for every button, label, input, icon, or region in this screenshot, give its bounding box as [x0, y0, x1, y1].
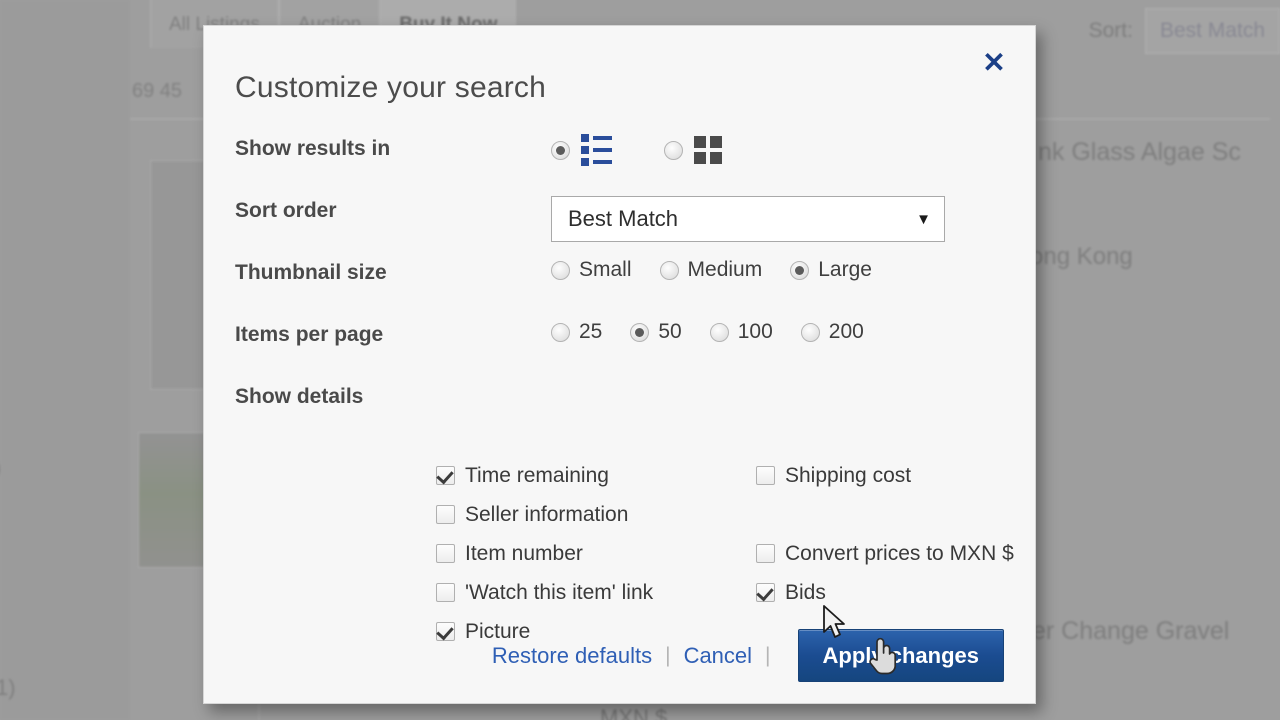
- checkbox-seller-information[interactable]: Seller information: [436, 495, 653, 534]
- view-mode-option-grid[interactable]: [664, 136, 722, 164]
- thumbnail-small-label: Small: [579, 258, 632, 282]
- background-sort-control: Sort: Best Match: [1089, 8, 1280, 54]
- grid-view-icon[interactable]: [694, 136, 722, 164]
- radio-items-25[interactable]: [551, 323, 570, 342]
- label-show-details: Show details: [235, 382, 551, 409]
- checkbox-box[interactable]: [436, 466, 455, 485]
- show-details-right-column: Shipping cost Convert prices to MXN $ Bi…: [756, 456, 1014, 612]
- dialog-title: Customize your search: [235, 71, 546, 105]
- label-thumbnail-size: Thumbnail size: [235, 258, 551, 285]
- footer-separator: |: [665, 644, 670, 668]
- checkbox-time-remaining[interactable]: Time remaining: [436, 456, 653, 495]
- thumbnail-size-option-small[interactable]: Small: [551, 258, 632, 282]
- checkbox-convert-prices[interactable]: Convert prices to MXN $: [756, 534, 1014, 573]
- background-listing-title: nk Glass Algae Sc: [1038, 138, 1241, 167]
- restore-defaults-button[interactable]: Restore defaults: [492, 643, 652, 669]
- checkbox-box[interactable]: [756, 544, 775, 563]
- thumbnail-large-label: Large: [818, 258, 872, 282]
- chevron-down-icon: ▼: [916, 211, 931, 228]
- items-per-page-option-100[interactable]: 100: [710, 320, 773, 344]
- list-view-icon[interactable]: [581, 134, 612, 166]
- column-spacer: [756, 495, 1014, 534]
- view-mode-radio-group: [551, 134, 722, 166]
- footer-separator: |: [765, 644, 770, 668]
- show-details-left-column: Time remaining Seller information Item n…: [436, 456, 653, 651]
- thumbnail-size-option-large[interactable]: Large: [790, 258, 872, 282]
- label-items-per-page: Items per page: [235, 320, 551, 347]
- checkbox-label: Item number: [465, 542, 583, 566]
- background-listing-location: ong Kong: [1030, 243, 1133, 271]
- checkbox-watch-this-item-link[interactable]: 'Watch this item' link: [436, 573, 653, 612]
- row-thumbnail-size: Thumbnail size Small Medium Large: [235, 258, 872, 285]
- cancel-button[interactable]: Cancel: [684, 643, 752, 669]
- thumbnail-size-radio-group: Small Medium Large: [551, 258, 872, 282]
- items-per-page-option-25[interactable]: 25: [551, 320, 602, 344]
- radio-list-view[interactable]: [551, 141, 570, 160]
- label-sort-order: Sort order: [235, 196, 551, 223]
- row-show-details: Show details: [235, 382, 551, 409]
- checkbox-bids[interactable]: Bids: [756, 573, 1014, 612]
- radio-grid-view[interactable]: [664, 141, 683, 160]
- radio-thumbnail-medium[interactable]: [660, 261, 679, 280]
- checkbox-label: 'Watch this item' link: [465, 581, 653, 605]
- checkbox-label: Time remaining: [465, 464, 609, 488]
- background-listing-title: er Change Gravel: [1032, 617, 1229, 646]
- radio-items-200[interactable]: [801, 323, 820, 342]
- checkbox-box[interactable]: [756, 466, 775, 485]
- items-per-page-radio-group: 25 50 100 200: [551, 320, 864, 344]
- items-per-page-option-200[interactable]: 200: [801, 320, 864, 344]
- page-root: All Listings Auction Buy It Now Sort: Be…: [0, 0, 1280, 720]
- checkbox-box[interactable]: [436, 544, 455, 563]
- radio-thumbnail-small[interactable]: [551, 261, 570, 280]
- background-sidebar: [0, 0, 130, 720]
- row-sort-order: Sort order Best Match ▼: [235, 196, 945, 242]
- background-sort-label: Sort:: [1089, 19, 1133, 43]
- radio-items-50[interactable]: [630, 323, 649, 342]
- row-show-results-in: Show results in: [235, 134, 722, 166]
- items-200-label: 200: [829, 320, 864, 344]
- background-sort-value: Best Match: [1145, 8, 1280, 54]
- background-facet-fragment: ): [0, 455, 1, 481]
- checkbox-box[interactable]: [436, 505, 455, 524]
- checkbox-item-number[interactable]: Item number: [436, 534, 653, 573]
- customize-search-dialog: Customize your search ✕ Show results in: [203, 25, 1036, 704]
- background-facet-fragment: 1): [0, 675, 16, 701]
- radio-items-100[interactable]: [710, 323, 729, 342]
- checkbox-label: Seller information: [465, 503, 628, 527]
- checkbox-label: Shipping cost: [785, 464, 911, 488]
- checkbox-box[interactable]: [756, 583, 775, 602]
- close-icon[interactable]: ✕: [975, 44, 1013, 82]
- items-50-label: 50: [658, 320, 681, 344]
- thumbnail-medium-label: Medium: [688, 258, 763, 282]
- items-per-page-option-50[interactable]: 50: [630, 320, 681, 344]
- dialog-footer: Restore defaults | Cancel | Apply change…: [204, 629, 1035, 682]
- sort-order-selected-value: Best Match: [568, 206, 678, 232]
- apply-changes-button[interactable]: Apply changes: [798, 629, 1004, 682]
- sort-order-select[interactable]: Best Match ▼: [551, 196, 945, 242]
- view-mode-option-list[interactable]: [551, 134, 612, 166]
- items-25-label: 25: [579, 320, 602, 344]
- radio-thumbnail-large[interactable]: [790, 261, 809, 280]
- checkbox-shipping-cost[interactable]: Shipping cost: [756, 456, 1014, 495]
- background-result-count: 69 45: [132, 80, 182, 103]
- row-items-per-page: Items per page 25 50 100 200: [235, 320, 864, 347]
- checkbox-label: Convert prices to MXN $: [785, 542, 1014, 566]
- label-show-results-in: Show results in: [235, 134, 551, 161]
- thumbnail-size-option-medium[interactable]: Medium: [660, 258, 763, 282]
- background-listing-price: MXN $: [600, 705, 667, 720]
- checkbox-label: Bids: [785, 581, 826, 605]
- checkbox-box[interactable]: [436, 583, 455, 602]
- items-100-label: 100: [738, 320, 773, 344]
